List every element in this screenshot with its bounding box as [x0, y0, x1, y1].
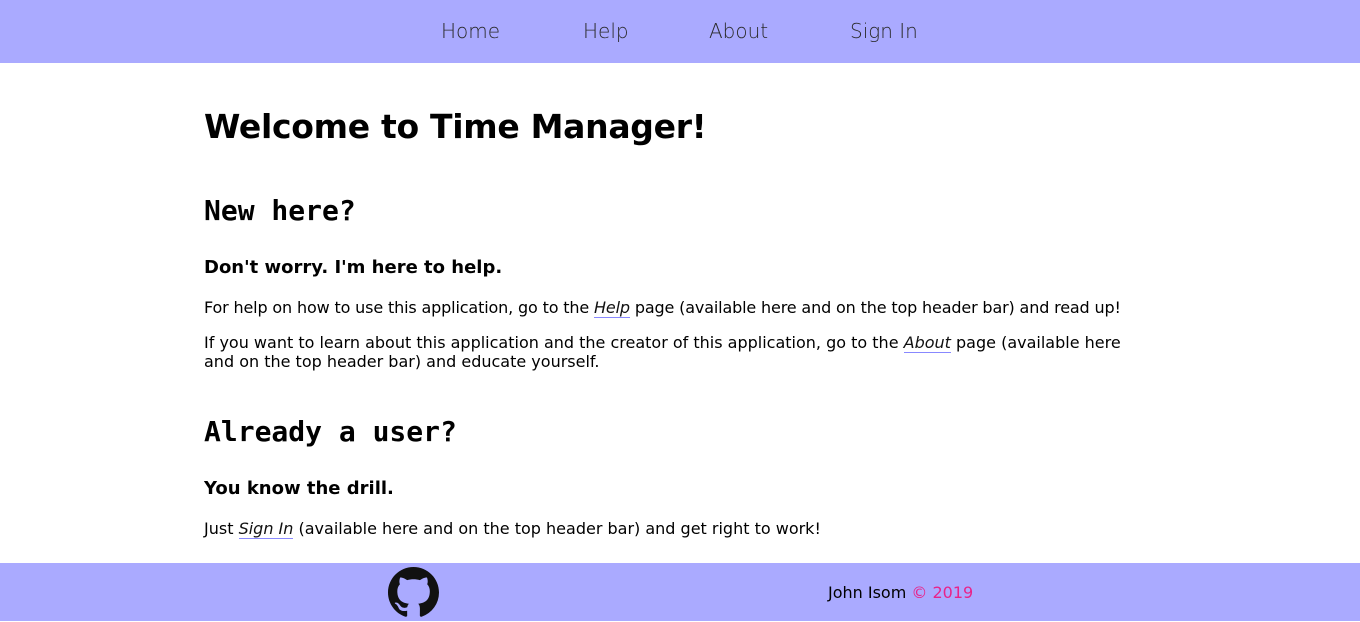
page-title: Welcome to Time Manager!	[204, 107, 707, 146]
help-text-after: page (available here and on the top head…	[629, 298, 1121, 317]
nav-help-link[interactable]: Help	[583, 18, 629, 44]
help-link[interactable]: Help	[594, 298, 630, 318]
github-icon	[388, 567, 439, 617]
author-name: John Isom	[828, 583, 907, 602]
nav-sign-in-link[interactable]: Sign In	[850, 18, 918, 44]
about-paragraph: If you want to learn about this applicat…	[204, 333, 1134, 371]
nav-home-link[interactable]: Home	[441, 18, 500, 44]
github-link[interactable]	[388, 567, 439, 618]
new-here-heading: New here?	[204, 194, 356, 227]
top-header-bar: Home Help About Sign In	[0, 0, 1360, 63]
about-link[interactable]: About	[903, 333, 951, 353]
signin-text-before: Just	[204, 519, 239, 538]
already-user-subheading: You know the drill.	[204, 478, 394, 499]
footer-bar: John Isom © 2019	[0, 563, 1360, 621]
help-paragraph: For help on how to use this application,…	[204, 298, 1164, 318]
sign-in-link[interactable]: Sign In	[238, 519, 294, 539]
signin-text-after: (available here and on the top header ba…	[293, 519, 821, 538]
about-text-before: If you want to learn about this applicat…	[204, 333, 904, 352]
copyright-year: © 2019	[911, 583, 974, 602]
new-here-subheading: Don't worry. I'm here to help.	[204, 257, 503, 278]
help-text-before: For help on how to use this application,…	[204, 298, 595, 317]
footer-credit: John Isom © 2019	[828, 583, 973, 603]
already-user-heading: Already a user?	[204, 415, 457, 448]
nav-about-link[interactable]: About	[709, 18, 768, 44]
sign-in-paragraph: Just Sign In (available here and on the …	[204, 519, 1164, 539]
